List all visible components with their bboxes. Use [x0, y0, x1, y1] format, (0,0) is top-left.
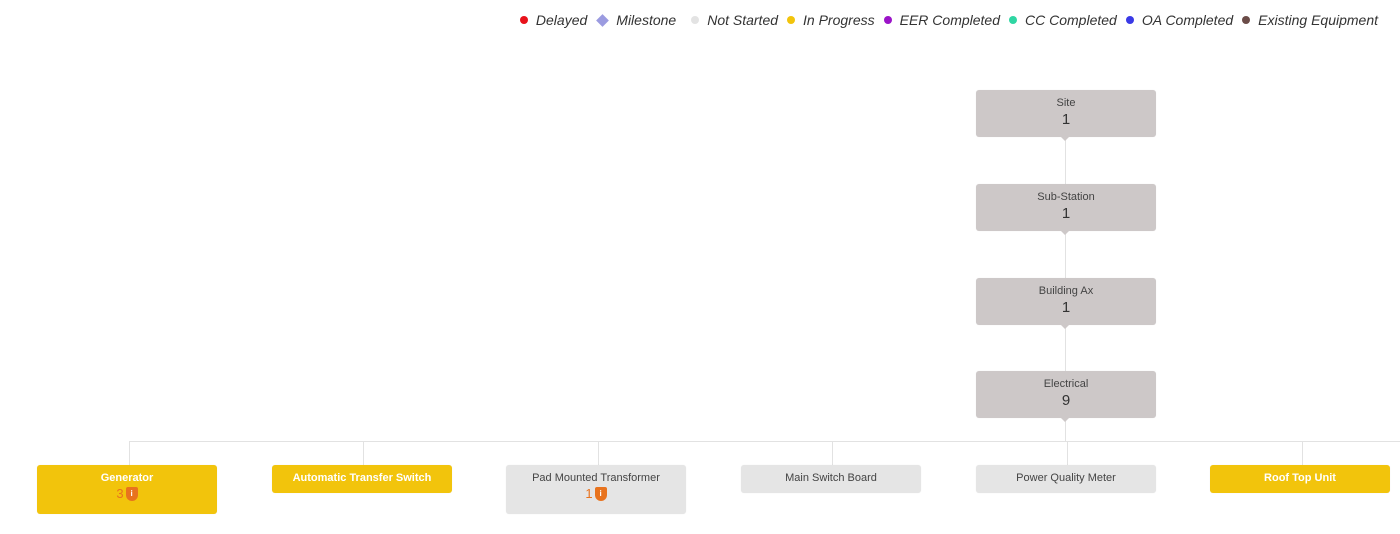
legend-label: In Progress — [803, 12, 875, 28]
connector-notch — [1061, 325, 1069, 329]
node-title: Power Quality Meter — [1016, 472, 1116, 484]
node-title: Electrical — [1043, 378, 1089, 390]
node-title: Pad Mounted Transformer — [532, 472, 660, 484]
connector-line — [129, 441, 1400, 442]
legend-label: Not Started — [707, 12, 779, 28]
cc-completed-dot-icon — [1009, 16, 1018, 24]
legend-item-eer-completed[interactable]: EER Completed — [883, 12, 1001, 28]
node-automatic-transfer-switch[interactable]: Automatic Transfer Switch — [272, 465, 452, 493]
node-title: Main Switch Board — [785, 472, 877, 484]
not-started-dot-icon — [691, 16, 700, 24]
connector-line — [1065, 324, 1066, 371]
node-site[interactable]: Site 1 — [976, 90, 1156, 137]
oa-completed-dot-icon — [1125, 16, 1134, 24]
node-title: Generator — [100, 472, 154, 484]
legend-item-existing-equipment[interactable]: Existing Equipment — [1242, 12, 1378, 28]
node-electrical[interactable]: Electrical 9 — [976, 371, 1156, 418]
connector-notch — [1061, 137, 1069, 141]
node-power-quality-meter[interactable]: Power Quality Meter — [976, 465, 1156, 493]
node-count: 1 — [1061, 299, 1071, 316]
legend-item-oa-completed[interactable]: OA Completed — [1125, 12, 1234, 28]
delayed-dot-icon — [519, 16, 528, 24]
legend-label: Delayed — [535, 12, 588, 28]
legend-label: OA Completed — [1141, 12, 1234, 28]
milestone-diamond-icon — [596, 13, 610, 27]
connector-line — [1067, 441, 1068, 465]
legend-item-delayed[interactable]: Delayed — [519, 12, 588, 28]
legend-label: CC Completed — [1025, 12, 1117, 28]
legend-item-not-started[interactable]: Not Started — [685, 12, 778, 28]
connector-notch — [1061, 231, 1069, 235]
shield-info-icon: i — [594, 486, 607, 501]
legend-label: Milestone — [616, 12, 677, 28]
connector-line — [1065, 231, 1066, 278]
node-generator[interactable]: Generator 3 i — [37, 465, 217, 514]
node-building-ax[interactable]: Building Ax 1 — [976, 278, 1156, 325]
shield-info-icon: i — [125, 486, 138, 501]
node-main-switch-board[interactable]: Main Switch Board — [741, 465, 921, 493]
node-roof-top-unit[interactable]: Roof Top Unit — [1210, 465, 1390, 493]
node-sub-station[interactable]: Sub-Station 1 — [976, 184, 1156, 231]
connector-line — [598, 441, 599, 465]
legend-item-cc-completed[interactable]: CC Completed — [1009, 12, 1117, 28]
node-title: Site — [1056, 97, 1076, 109]
node-count: 1 — [1061, 205, 1071, 222]
connector-notch — [1061, 418, 1069, 422]
legend-item-milestone[interactable]: Milestone — [596, 12, 676, 28]
alert-count: 3 — [116, 486, 124, 501]
connector-line — [363, 441, 364, 465]
node-count: 9 — [1061, 392, 1071, 409]
node-title: Roof Top Unit — [1264, 472, 1336, 484]
alert-badge[interactable]: 1 i — [585, 486, 607, 501]
alert-badge[interactable]: 3 i — [116, 486, 138, 501]
legend-item-in-progress[interactable]: In Progress — [787, 12, 875, 28]
legend: Delayed Milestone Not Started In Progres… — [511, 12, 1378, 28]
node-pad-mounted-transformer[interactable]: Pad Mounted Transformer 1 i — [506, 465, 686, 514]
alert-count: 1 — [585, 486, 593, 501]
node-title: Sub-Station — [1037, 191, 1095, 203]
connector-line — [1065, 137, 1066, 184]
legend-label: Existing Equipment — [1258, 12, 1378, 28]
in-progress-dot-icon — [787, 16, 796, 24]
connector-line — [832, 441, 833, 465]
legend-label: EER Completed — [899, 12, 1001, 28]
node-count: 1 — [1061, 111, 1071, 128]
eer-completed-dot-icon — [883, 16, 892, 24]
connector-line — [129, 441, 130, 465]
connector-line — [1302, 441, 1303, 465]
node-title: Building Ax — [1038, 285, 1094, 297]
existing-equipment-dot-icon — [1242, 16, 1251, 24]
node-title: Automatic Transfer Switch — [292, 472, 432, 484]
